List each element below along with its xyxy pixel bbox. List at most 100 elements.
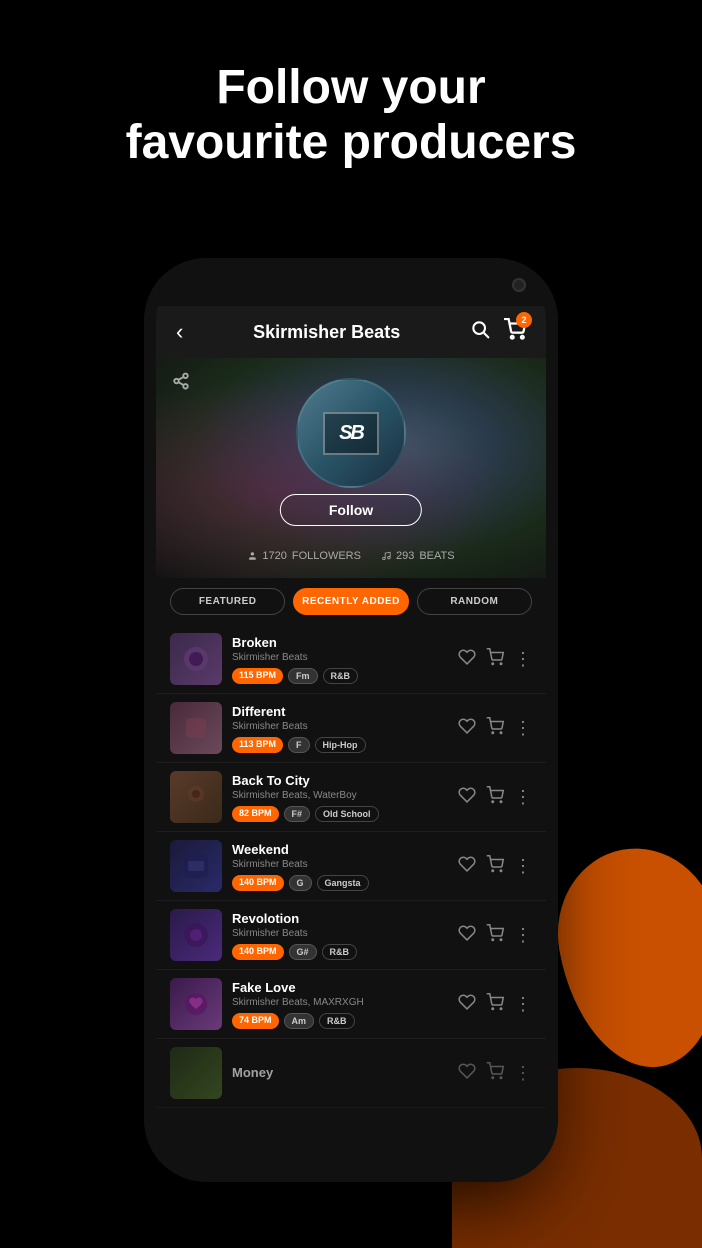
phone-top-bar	[156, 270, 546, 306]
tab-featured[interactable]: FEATURED	[170, 588, 285, 615]
nav-icons: 2	[470, 318, 526, 346]
more-button[interactable]: ⋮	[514, 787, 532, 808]
track-info: Different Skirmisher Beats 113 BPM F Hip…	[232, 704, 448, 753]
track-thumbnail	[170, 909, 222, 961]
cart-add-button[interactable]	[486, 786, 504, 809]
cart-add-button[interactable]	[486, 993, 504, 1016]
more-button[interactable]: ⋮	[514, 718, 532, 739]
like-button[interactable]	[458, 993, 476, 1016]
track-artist: Skirmisher Beats	[232, 652, 448, 663]
track-item[interactable]: Revolotion Skirmisher Beats 140 BPM G# R…	[156, 901, 546, 970]
tag-key: G	[289, 875, 312, 891]
track-title: Weekend	[232, 842, 448, 857]
track-artist: Skirmisher Beats	[232, 928, 448, 939]
track-item[interactable]: Fake Love Skirmisher Beats, MAXRXGH 74 B…	[156, 970, 546, 1039]
track-item[interactable]: Weekend Skirmisher Beats 140 BPM G Gangs…	[156, 832, 546, 901]
more-button[interactable]: ⋮	[514, 994, 532, 1015]
avatar-container: SB	[296, 378, 406, 488]
track-info: Weekend Skirmisher Beats 140 BPM G Gangs…	[232, 842, 448, 891]
tag-genre: R&B	[323, 668, 359, 684]
track-artist: Skirmisher Beats, MAXRXGH	[232, 997, 448, 1008]
tag-genre: Gangsta	[317, 875, 369, 891]
track-tags: 140 BPM G# R&B	[232, 944, 448, 960]
track-title: Broken	[232, 635, 448, 650]
track-tags: 115 BPM Fm R&B	[232, 668, 448, 684]
track-actions: ⋮	[458, 993, 532, 1016]
track-item[interactable]: Money ⋮	[156, 1039, 546, 1108]
track-actions: ⋮	[458, 1062, 532, 1085]
tag-genre: R&B	[322, 944, 358, 960]
track-item[interactable]: Back To City Skirmisher Beats, WaterBoy …	[156, 763, 546, 832]
like-button[interactable]	[458, 924, 476, 947]
track-info: Money	[232, 1065, 448, 1082]
tag-key: Am	[284, 1013, 315, 1029]
tag-bpm: 115 BPM	[232, 668, 283, 684]
more-button[interactable]: ⋮	[514, 649, 532, 670]
track-info: Back To City Skirmisher Beats, WaterBoy …	[232, 773, 448, 822]
like-button[interactable]	[458, 786, 476, 809]
followers-count: 1720	[262, 550, 286, 562]
phone-camera	[512, 278, 526, 292]
search-button[interactable]	[470, 319, 490, 345]
track-thumbnail	[170, 633, 222, 685]
track-actions: ⋮	[458, 717, 532, 740]
follow-button-container: Follow	[280, 494, 422, 526]
avatar-logo: SB	[339, 422, 363, 444]
track-artist: Skirmisher Beats	[232, 859, 448, 870]
track-item[interactable]: Broken Skirmisher Beats 115 BPM Fm R&B	[156, 625, 546, 694]
track-tags: 74 BPM Am R&B	[232, 1013, 448, 1029]
tag-bpm: 140 BPM	[232, 875, 284, 891]
track-artist: Skirmisher Beats	[232, 721, 448, 732]
cart-add-button[interactable]	[486, 855, 504, 878]
cart-badge: 2	[516, 312, 532, 328]
like-button[interactable]	[458, 717, 476, 740]
more-button[interactable]: ⋮	[514, 925, 532, 946]
tag-genre: Old School	[315, 806, 379, 822]
cart-add-button[interactable]	[486, 717, 504, 740]
cart-add-button[interactable]	[486, 1062, 504, 1085]
beats-label: BEATS	[419, 550, 454, 562]
tag-genre: Hip-Hop	[315, 737, 366, 753]
like-button[interactable]	[458, 648, 476, 671]
track-tags: 82 BPM F# Old School	[232, 806, 448, 822]
tag-key: Fm	[288, 668, 318, 684]
phone-notch	[311, 279, 391, 297]
cart-button[interactable]: 2	[504, 318, 526, 346]
profile-stats: 1720 FOLLOWERS 293 BEATS	[247, 550, 454, 562]
beats-count: 293	[396, 550, 414, 562]
tag-key: G#	[289, 944, 317, 960]
track-title: Revolotion	[232, 911, 448, 926]
more-button[interactable]: ⋮	[514, 856, 532, 877]
tag-key: F#	[284, 806, 311, 822]
like-button[interactable]	[458, 855, 476, 878]
avatar: SB	[296, 378, 406, 488]
track-actions: ⋮	[458, 855, 532, 878]
tag-key: F	[288, 737, 310, 753]
cart-add-button[interactable]	[486, 924, 504, 947]
track-thumbnail	[170, 840, 222, 892]
page-header: Follow your favourite producers	[0, 60, 702, 170]
follow-button[interactable]: Follow	[280, 494, 422, 526]
followers-label: FOLLOWERS	[292, 550, 361, 562]
followers-stat: 1720 FOLLOWERS	[247, 550, 361, 562]
track-title: Money	[232, 1065, 448, 1080]
header-line2: favourite producers	[0, 115, 702, 170]
tag-bpm: 113 BPM	[232, 737, 283, 753]
more-button[interactable]: ⋮	[514, 1063, 532, 1084]
tab-recently-added[interactable]: RECENTLY ADDED	[293, 588, 408, 615]
track-actions: ⋮	[458, 786, 532, 809]
share-button[interactable]	[172, 372, 190, 395]
track-list: Broken Skirmisher Beats 115 BPM Fm R&B	[156, 625, 546, 1170]
tab-random[interactable]: RANDOM	[417, 588, 532, 615]
track-tags: 113 BPM F Hip-Hop	[232, 737, 448, 753]
phone-device: ‹ Skirmisher Beats 2	[156, 270, 546, 1170]
track-thumbnail	[170, 771, 222, 823]
like-button[interactable]	[458, 1062, 476, 1085]
track-item[interactable]: Different Skirmisher Beats 113 BPM F Hip…	[156, 694, 546, 763]
track-thumbnail	[170, 978, 222, 1030]
track-info: Broken Skirmisher Beats 115 BPM Fm R&B	[232, 635, 448, 684]
back-button[interactable]: ‹	[176, 319, 183, 345]
track-title: Fake Love	[232, 980, 448, 995]
cart-add-button[interactable]	[486, 648, 504, 671]
tag-bpm: 74 BPM	[232, 1013, 279, 1029]
